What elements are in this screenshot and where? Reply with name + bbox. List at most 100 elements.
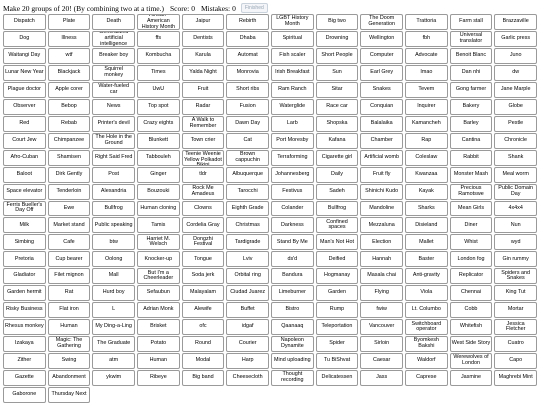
word-tile[interactable]: Modal [181, 353, 225, 370]
word-tile[interactable]: wtf [47, 47, 91, 64]
word-tile[interactable]: Ginger [137, 166, 180, 183]
word-tile[interactable]: Rhesus monkey [3, 319, 46, 336]
word-tile[interactable]: Itsy Bitsy Teenie Weenie Yellow Polkadot… [181, 149, 225, 166]
word-tile[interactable]: Festivus [271, 183, 314, 200]
word-tile[interactable]: Tongue [181, 251, 225, 268]
word-tile[interactable]: wyd [494, 234, 537, 251]
word-tile[interactable]: Balalaika [360, 115, 403, 132]
word-tile[interactable]: Human [137, 353, 180, 370]
word-tile[interactable]: Izakaya [3, 336, 46, 353]
word-tile[interactable]: Tabbouleh [137, 149, 180, 166]
word-tile[interactable]: Anti-gravity [405, 268, 448, 285]
word-tile[interactable]: Knocker-up [137, 251, 180, 268]
word-tile[interactable]: Death [92, 14, 135, 30]
word-tile[interactable]: fwiw [360, 302, 403, 319]
word-tile[interactable]: Magic: The Gathering [47, 336, 91, 353]
word-tile[interactable]: Short ribs [226, 81, 269, 98]
word-tile[interactable]: Mortar [494, 302, 537, 319]
word-tile[interactable]: Flying [360, 285, 403, 302]
word-tile[interactable]: News [92, 98, 135, 115]
word-tile[interactable]: Garden [315, 285, 359, 302]
word-tile[interactable]: tldr [181, 166, 225, 183]
word-tile[interactable]: Tamis [137, 217, 180, 234]
word-tile[interactable]: Hurd boy [92, 285, 135, 302]
word-tile[interactable]: Mezzaluna [360, 217, 403, 234]
word-tile[interactable]: Waldorf [405, 353, 448, 370]
word-tile[interactable]: Limeburner [271, 285, 314, 302]
word-tile[interactable]: Colander [271, 200, 314, 217]
word-tile[interactable]: Thursday Next [47, 387, 91, 403]
word-tile[interactable]: Waterglide [271, 98, 314, 115]
word-tile[interactable]: Teleportation [315, 319, 359, 336]
word-tile[interactable]: Diner [449, 217, 493, 234]
word-tile[interactable]: Flat iron [47, 302, 91, 319]
word-tile[interactable]: Spiders and Snakes [494, 268, 537, 285]
word-tile[interactable]: Napoleon Dynamite [271, 336, 314, 353]
word-tile[interactable]: Kwanzaa [405, 166, 448, 183]
word-tile[interactable]: Pestle [494, 115, 537, 132]
word-tile[interactable]: Simbing [3, 234, 46, 251]
word-tile[interactable]: Fusion [226, 98, 269, 115]
word-tile[interactable]: Confined spaces [315, 217, 359, 234]
word-tile[interactable]: Hogmanay [315, 268, 359, 285]
word-tile[interactable]: Cat [226, 132, 269, 149]
word-tile[interactable]: Garden hermit [3, 285, 46, 302]
word-tile[interactable]: Alexandria [92, 183, 135, 200]
word-tile[interactable]: Snakes [360, 81, 403, 98]
word-tile[interactable]: Darkness [271, 217, 314, 234]
word-tile[interactable]: Artificial womb [360, 149, 403, 166]
word-tile[interactable]: Karula [181, 47, 225, 64]
word-tile[interactable]: Spiritual [271, 30, 314, 47]
word-tile[interactable]: Chronicle [494, 132, 537, 149]
word-tile[interactable]: Oolong [92, 251, 135, 268]
word-tile[interactable]: Alewife [181, 302, 225, 319]
word-tile[interactable]: Albuquerque [226, 166, 269, 183]
word-tile[interactable]: Fruit fly [360, 166, 403, 183]
word-tile[interactable]: Sefaubun [137, 285, 180, 302]
word-tile[interactable]: Lunar New Year [3, 64, 46, 81]
word-tile[interactable]: 4x4x4 [494, 200, 537, 217]
word-tile[interactable]: Pretoria [3, 251, 46, 268]
word-tile[interactable]: African-American History Month [137, 14, 180, 30]
word-tile[interactable]: Milk [3, 217, 46, 234]
word-tile[interactable]: Stand By Me [271, 234, 314, 251]
word-tile[interactable]: Generalized artificial intelligence [92, 30, 135, 47]
word-tile[interactable]: Replicator [449, 268, 493, 285]
word-tile[interactable]: Harp [226, 353, 269, 370]
word-tile[interactable]: Sirloin [360, 336, 403, 353]
word-tile[interactable]: Mandoline [360, 200, 403, 217]
word-tile[interactable]: A Walk to Remember [181, 115, 225, 132]
word-tile[interactable]: Kayak [405, 183, 448, 200]
word-tile[interactable]: But I'm a Cheerleader [137, 268, 180, 285]
word-tile[interactable]: Rock Me Amadeus [181, 183, 225, 200]
word-tile[interactable]: Baster [405, 251, 448, 268]
word-tile[interactable]: Race car [315, 98, 359, 115]
finished-button[interactable]: Finished [240, 3, 268, 13]
word-tile[interactable]: Larb [271, 115, 314, 132]
word-tile[interactable]: Earl Grey [360, 64, 403, 81]
word-tile[interactable]: Monrovia [226, 64, 269, 81]
word-tile[interactable]: Mind uploading [271, 353, 314, 370]
word-tile[interactable]: Shamisen [47, 149, 91, 166]
word-tile[interactable]: Lviv [226, 251, 269, 268]
word-tile[interactable]: Chamber [360, 132, 403, 149]
word-tile[interactable]: Clowns [181, 200, 225, 217]
word-tile[interactable]: Brown cappuchin [226, 149, 269, 166]
word-tile[interactable]: Whitefish [449, 319, 493, 336]
word-tile[interactable]: Yalda Night [181, 64, 225, 81]
word-tile[interactable]: Waitangi Day [3, 47, 46, 64]
word-tile[interactable]: Zither [3, 353, 46, 370]
word-tile[interactable]: Rump [315, 302, 359, 319]
word-tile[interactable]: Gaborone [3, 387, 46, 403]
word-tile[interactable]: My Ding-a-Ling [92, 319, 135, 336]
word-tile[interactable]: Right Said Fred [92, 149, 135, 166]
word-tile[interactable]: Christmas [226, 217, 269, 234]
word-tile[interactable]: UwU [137, 81, 180, 98]
word-tile[interactable]: Adrian Monk [137, 302, 180, 319]
word-tile[interactable]: Red [3, 115, 46, 132]
word-tile[interactable]: The Doom Generation [360, 14, 403, 30]
word-tile[interactable]: Chimpanzee [47, 132, 91, 149]
word-tile[interactable]: Wellington [360, 30, 403, 47]
word-tile[interactable]: Cantina [449, 132, 493, 149]
word-tile[interactable]: Imao [405, 64, 448, 81]
